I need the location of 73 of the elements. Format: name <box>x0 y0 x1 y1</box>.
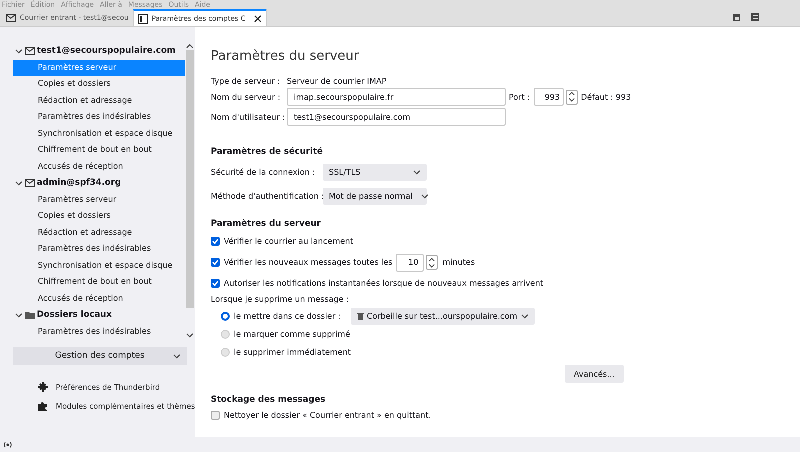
default-port: Défaut : 993 <box>581 92 632 102</box>
calendar-icon <box>733 13 741 22</box>
checkbox[interactable] <box>211 237 220 246</box>
sidebar-item[interactable]: Copies et dossiers <box>13 208 185 224</box>
activity-icon <box>3 440 13 448</box>
sidebar-item[interactable]: Synchronisation et espace disque <box>13 126 185 142</box>
account-name[interactable]: Dossiers locaux <box>37 310 112 320</box>
caret-icon <box>420 193 429 200</box>
sidebar-item[interactable]: Chiffrement de bout en bout <box>13 142 185 158</box>
sidebar-item[interactable]: Paramètres des indésirables <box>13 241 185 258</box>
sidebar-item[interactable]: Paramètres serveur <box>13 60 185 76</box>
section-heading: Paramètres du serveur <box>211 219 322 229</box>
input-field[interactable]: imap.secourspopulaire.fr <box>287 88 506 106</box>
checkbox-label[interactable]: Autoriser les notifications instantanées lorsque de nouveaux messages arrivent <box>224 279 544 288</box>
section-heading: Paramètres de sécurité <box>211 147 324 157</box>
sidebar-item[interactable]: Paramètres des indésirables <box>13 324 185 339</box>
account-name[interactable]: test1@secourspopulaire.com <box>37 46 176 56</box>
sidebar-item[interactable]: Paramètres des indésirables <box>13 109 185 126</box>
trash-icon <box>357 312 364 320</box>
input-field[interactable]: test1@secourspopulaire.com <box>287 108 506 126</box>
task-icon <box>751 13 760 22</box>
caret-icon <box>520 312 529 320</box>
spinner-control[interactable] <box>566 90 578 104</box>
envelope-icon <box>25 178 35 188</box>
checkbox-label[interactable]: Nettoyer le dossier « Courrier entrant » en quittant. <box>224 411 432 420</box>
radio-label[interactable]: le mettre dans ce dossier : <box>234 312 351 320</box>
account-actions-button[interactable]: Gestion des comptes <box>13 347 187 365</box>
folder-icon <box>25 310 35 320</box>
sidebar-item[interactable]: Paramètres serveur <box>13 192 185 208</box>
dropdown[interactable]: Corbeille sur test...ourspopulaire.com <box>351 308 535 324</box>
dropdown[interactable]: SSL/TLS <box>323 164 427 181</box>
caret-icon <box>413 169 421 176</box>
checkbox[interactable] <box>211 279 220 288</box>
checkbox[interactable] <box>211 258 220 267</box>
caret-icon <box>173 352 181 360</box>
dropdown[interactable]: Mot de passe normal <box>323 188 427 205</box>
field-label: Nom du serveur : <box>211 92 282 102</box>
field-label: Lorsque je supprime un message : <box>211 295 350 304</box>
scroll-up-icon <box>186 43 194 50</box>
scrollbar-thumb[interactable] <box>186 50 194 308</box>
checkbox-label[interactable]: Vérifier le courrier au lancement <box>224 237 354 246</box>
input-field[interactable]: 993 <box>534 88 564 106</box>
field-label: Type de serveur : <box>211 77 282 86</box>
sidebar-item[interactable]: Rédaction et adressage <box>13 92 185 109</box>
sidebar-item[interactable]: Accusés de réception <box>13 290 185 307</box>
settings-icon <box>138 14 148 24</box>
checkbox[interactable] <box>211 411 220 420</box>
radio-label[interactable]: le supprimer immédiatement <box>234 348 351 356</box>
section-heading: Stockage des messages <box>211 395 327 405</box>
settings-icon <box>38 382 48 392</box>
envelope-icon <box>6 12 16 22</box>
field-label: minutes <box>442 258 476 267</box>
input-field[interactable]: 10 <box>396 254 424 272</box>
puzzle-icon <box>38 401 48 411</box>
page-title: Paramètres du serveur <box>211 49 360 64</box>
field-label: Sécurité de la connexion : <box>211 168 316 177</box>
advanced-button[interactable]: Avancés... <box>565 365 624 383</box>
radio-button[interactable] <box>221 312 230 320</box>
sidebar-item[interactable]: Synchronisation et espace disque <box>13 258 185 274</box>
scroll-down-icon <box>186 332 194 339</box>
radio-label[interactable]: le marquer comme supprimé <box>234 330 351 338</box>
server-type-value: Serveur de courrier IMAP <box>287 77 387 86</box>
sidebar-item[interactable]: Rédaction et adressage <box>13 224 185 241</box>
spinner-control[interactable] <box>426 255 438 270</box>
field-label: Port : <box>509 92 530 102</box>
checkbox-label[interactable]: Vérifier les nouveaux messages toutes les <box>224 258 393 267</box>
sidebar-item[interactable]: Accusés de réception <box>13 158 185 175</box>
account-name[interactable]: admin@spf34.org <box>37 178 122 188</box>
close-icon[interactable] <box>254 14 262 22</box>
sidebar-item[interactable]: Copies et dossiers <box>13 76 185 92</box>
envelope-icon <box>25 46 35 56</box>
sidebar-item[interactable]: Chiffrement de bout en bout <box>13 274 185 290</box>
field-label: Nom d'utilisateur : <box>211 112 286 122</box>
